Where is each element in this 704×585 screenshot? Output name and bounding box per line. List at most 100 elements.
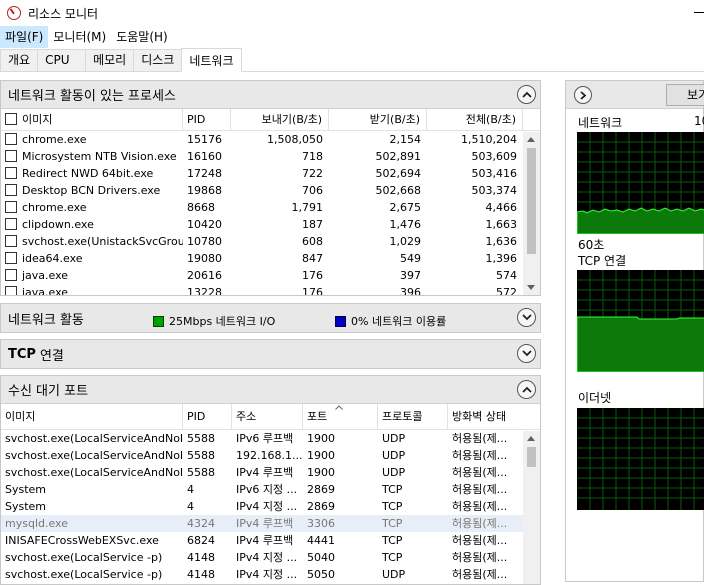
tab-memory[interactable]: 메모리 <box>85 49 135 71</box>
process-name: java.exe <box>1 284 183 295</box>
col-image[interactable]: 이미지 <box>1 108 183 131</box>
left-panel: 네트워크 활동이 있는 프로세스 이미지 PID 보내기(B/초) 받기(B/초… <box>0 80 541 585</box>
col-protocol[interactable]: 프로토콜 <box>378 403 448 430</box>
menu-monitor[interactable]: 모니터(M) <box>48 26 111 48</box>
graph-panel: 보기 네트워크 10 60초 TCP 연결 <box>565 80 704 582</box>
tcp-graph-plot <box>577 270 704 372</box>
col-total[interactable]: 전체(B/초) <box>427 108 523 131</box>
scroll-thumb[interactable] <box>527 148 536 254</box>
view-button[interactable]: 보기 <box>666 84 704 106</box>
expand-network-activity-button[interactable] <box>517 308 536 327</box>
process-checkbox[interactable] <box>5 201 17 213</box>
listening-ports-list: svchost.exe(LocalServiceAndNoI... 5588 IPv… <box>1 430 540 582</box>
scroll-down-icon[interactable] <box>527 285 535 290</box>
processes-header[interactable]: 네트워크 활동이 있는 프로세스 <box>1 81 540 109</box>
listening-scrollbar[interactable] <box>523 431 540 584</box>
network-activity-header[interactable]: 네트워크 활동 25Mbps 네트워크 I/O 0% 네트워크 이용률 <box>1 304 540 332</box>
listening-port-row[interactable]: svchost.exe(LocalServiceAndNoI... 5588 IPv… <box>1 430 540 447</box>
listening-port-row[interactable]: svchost.exe(LocalService -p) 4148 IPv4 지정 … <box>1 566 540 582</box>
collapse-graph-panel-button[interactable] <box>574 86 592 104</box>
col-port[interactable]: 포트 <box>303 403 378 430</box>
listening-port-row[interactable]: System 4 IPv6 지정 ... 2869 TCP 허용됨(제... <box>1 481 540 498</box>
process-row[interactable]: chrome.exe 8668 1,791 2,675 4,466 <box>1 199 540 216</box>
processes-section: 네트워크 활동이 있는 프로세스 이미지 PID 보내기(B/초) 받기(B/초… <box>0 80 541 296</box>
process-row[interactable]: Redirect NWD 64bit.exe 17248 722 502,694 503… <box>1 165 540 182</box>
listening-column-header: 이미지 PID 주소 포트 프로토콜 방화벽 상태 <box>1 403 540 430</box>
port-number: 5050 <box>307 568 335 581</box>
process-row[interactable]: svchost.exe(UnistackSvcGroup) 10780 608 1,0… <box>1 233 540 250</box>
minimize-button[interactable] <box>670 0 704 26</box>
process-total: 1,510,204 <box>461 133 517 146</box>
process-checkbox[interactable] <box>5 150 17 162</box>
select-all-checkbox[interactable] <box>5 112 17 125</box>
process-row[interactable]: clipdown.exe 10420 187 1,476 1,663 <box>1 216 540 233</box>
tcp-graph <box>577 270 704 372</box>
process-row[interactable]: chrome.exe 15176 1,508,050 2,154 1,510,204 <box>1 131 540 148</box>
process-name: java.exe <box>1 267 183 284</box>
scroll-up-icon[interactable] <box>527 137 535 142</box>
port-number: 1900 <box>307 466 335 479</box>
ethernet-graph-plot <box>577 408 704 510</box>
listening-port-row[interactable]: svchost.exe(LocalServiceAndNoI... 5588 192… <box>1 447 540 464</box>
port-pid: 4148 <box>187 551 215 564</box>
process-row[interactable]: idea64.exe 19080 847 549 1,396 <box>1 250 540 267</box>
processes-scrollbar[interactable] <box>523 132 540 295</box>
col-address[interactable]: 주소 <box>232 403 303 430</box>
graph-network-max: 10 <box>694 114 704 128</box>
process-receive: 549 <box>400 252 421 265</box>
port-image: System <box>5 500 47 513</box>
col-receive[interactable]: 받기(B/초) <box>329 108 427 131</box>
process-checkbox[interactable] <box>5 184 17 196</box>
col-firewall[interactable]: 방화벽 상태 <box>448 404 523 430</box>
process-row[interactable]: java.exe 13228 176 396 572 <box>1 284 540 295</box>
port-protocol: UDP <box>382 449 406 462</box>
menu-help[interactable]: 도움말(H) <box>111 26 173 48</box>
process-name: Microsystem NTB Vision.exe <box>1 148 183 165</box>
process-pid: 17248 <box>187 167 222 180</box>
collapse-listening-ports-button[interactable] <box>517 380 536 399</box>
listening-ports-header[interactable]: 수신 대기 포트 <box>1 376 540 404</box>
col-pid[interactable]: PID <box>183 403 232 430</box>
col-image[interactable]: 이미지 <box>1 403 183 430</box>
tab-cpu[interactable]: CPU <box>37 49 87 71</box>
process-checkbox[interactable] <box>5 286 17 295</box>
listening-port-row[interactable]: svchost.exe(LocalService -p) 4148 IPv4 지정 … <box>1 549 540 566</box>
process-checkbox[interactable] <box>5 252 17 264</box>
process-pid: 10420 <box>187 218 222 231</box>
port-image: svchost.exe(LocalServiceAndNoI... <box>5 466 183 479</box>
menu-file[interactable]: 파일(F) <box>0 26 49 48</box>
process-send: 608 <box>302 235 323 248</box>
process-checkbox[interactable] <box>5 235 17 247</box>
listening-port-row[interactable]: INISAFECrossWebEXSvc.exe 6824 IPv4 루프백 4441… <box>1 532 540 549</box>
port-address: IPv4 지정 ... <box>236 551 298 564</box>
listening-port-row[interactable]: System 4 IPv4 지정 ... 2869 TCP 허용됨(제... <box>1 498 540 515</box>
tab-network[interactable]: 네트워크 <box>181 48 242 72</box>
chevron-up-icon <box>521 386 532 393</box>
process-row[interactable]: Desktop BCN Drivers.exe 19868 706 502,668 50… <box>1 182 540 199</box>
expand-tcp-button[interactable] <box>517 344 536 363</box>
tcp-section: TCP 연결 <box>0 339 541 369</box>
tab-disk[interactable]: 디스크 <box>133 49 183 71</box>
tcp-header[interactable]: TCP 연결 <box>1 340 540 368</box>
listening-ports-title: 수신 대기 포트 <box>8 384 89 399</box>
listening-port-row[interactable]: mysqld.exe 4324 IPv4 루프백 3306 TCP 허용됨(제... <box>1 515 540 532</box>
port-protocol: TCP <box>382 551 403 564</box>
process-checkbox[interactable] <box>5 133 17 145</box>
process-row[interactable]: java.exe 20616 176 397 574 <box>1 267 540 284</box>
process-send: 176 <box>302 286 323 295</box>
port-firewall: 허용됨(제... <box>452 449 508 462</box>
process-checkbox[interactable] <box>5 218 17 230</box>
col-send[interactable]: 보내기(B/초) <box>231 108 329 131</box>
tab-overview[interactable]: 개요 <box>0 49 39 71</box>
port-pid: 4 <box>187 500 194 513</box>
scroll-thumb[interactable] <box>527 447 536 467</box>
col-pid[interactable]: PID <box>183 108 231 131</box>
collapse-processes-button[interactable] <box>517 85 536 104</box>
process-checkbox[interactable] <box>5 167 17 179</box>
process-row[interactable]: Microsystem NTB Vision.exe 16160 718 502,89… <box>1 148 540 165</box>
scroll-up-icon[interactable] <box>527 436 535 441</box>
sort-ascending-icon <box>335 404 343 410</box>
port-address: IPv6 지정 ... <box>236 483 298 496</box>
process-checkbox[interactable] <box>5 269 17 281</box>
listening-port-row[interactable]: svchost.exe(LocalServiceAndNoI... 5588 IPv… <box>1 464 540 481</box>
